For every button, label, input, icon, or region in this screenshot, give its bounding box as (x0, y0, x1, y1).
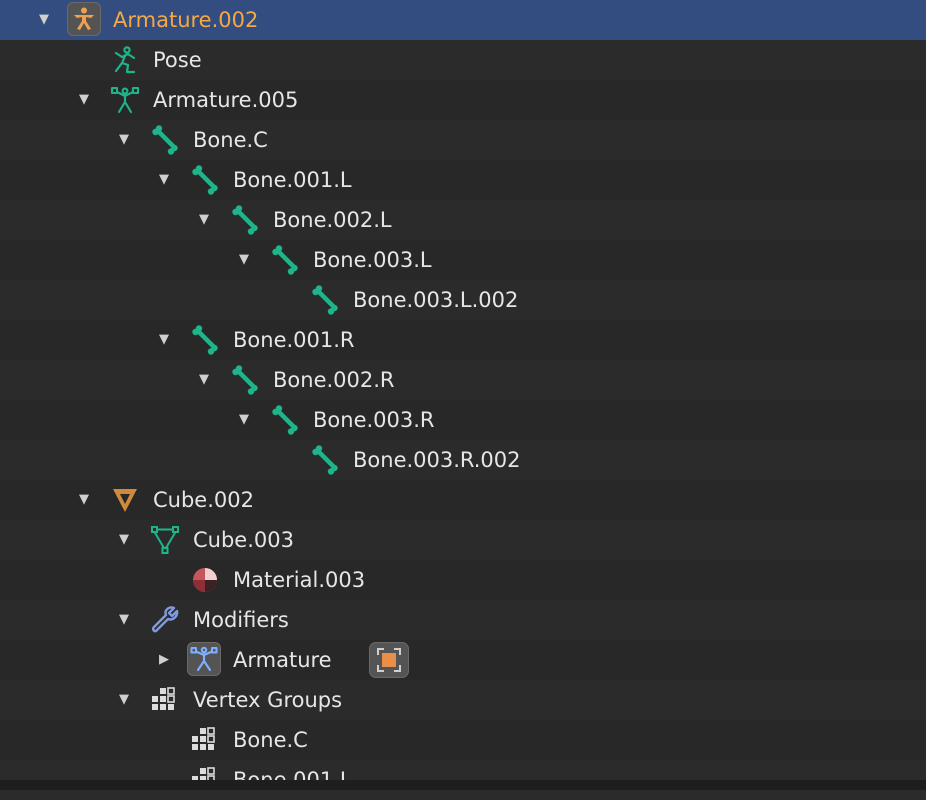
outliner-row[interactable]: Material.003 (0, 560, 926, 600)
outliner-row[interactable]: ▼ Armature.005 (0, 80, 926, 120)
collapse-triangle-icon[interactable]: ▼ (113, 689, 135, 711)
armature-object-icon[interactable] (67, 2, 101, 36)
bone-icon[interactable] (269, 244, 301, 276)
outliner-row[interactable]: ▼ Bone.001.R (0, 320, 926, 360)
outliner-item-label[interactable]: Bone.003.L.002 (353, 280, 518, 320)
bone-icon[interactable] (269, 404, 301, 436)
outliner-row[interactable]: ▼ Bone.003.L (0, 240, 926, 280)
bone-icon[interactable] (189, 324, 221, 356)
wrench-icon[interactable] (149, 604, 181, 636)
outliner-item-label[interactable]: Bone.001.R (233, 320, 355, 360)
mesh-object-icon[interactable] (109, 484, 141, 516)
collapse-triangle-icon[interactable]: ▼ (193, 209, 215, 231)
outliner-item-label[interactable]: Armature (233, 640, 332, 680)
outliner-item-label[interactable]: Modifiers (193, 600, 289, 640)
collapse-triangle-icon[interactable]: ▼ (233, 409, 255, 431)
vertex-groups-icon[interactable] (149, 684, 181, 716)
outliner-item-label[interactable]: Material.003 (233, 560, 365, 600)
collapse-triangle-icon[interactable]: ▼ (73, 489, 95, 511)
outliner-item-label[interactable]: Bone.002.L (273, 200, 392, 240)
outliner-row[interactable]: ▼ Bone.001.L (0, 160, 926, 200)
bone-icon[interactable] (309, 444, 341, 476)
pose-icon[interactable] (109, 44, 141, 76)
mesh-data-icon[interactable] (149, 524, 181, 556)
bone-icon[interactable] (309, 284, 341, 316)
outliner-row[interactable]: ▼ Bone.002.R (0, 360, 926, 400)
outliner-item-label[interactable]: Bone.C (233, 720, 308, 760)
outliner: { "outliner": { "rows": [ {"label":"Arma… (0, 0, 926, 800)
collapse-triangle-icon[interactable]: ▼ (113, 529, 135, 551)
outliner-row[interactable]: ▼ Bone.002.L (0, 200, 926, 240)
outliner-row[interactable]: ▼ Vertex Groups (0, 680, 926, 720)
collapse-triangle-icon[interactable]: ▼ (153, 169, 175, 191)
outliner-item-label[interactable]: Pose (153, 40, 202, 80)
expand-triangle-icon[interactable]: ▶ (153, 649, 175, 671)
outliner-item-label[interactable]: Armature.002 (113, 0, 258, 40)
outliner-row[interactable]: ▼ Armature.002 (0, 0, 926, 40)
outliner-row[interactable]: ▼ Bone.C (0, 120, 926, 160)
outliner-item-label[interactable]: Bone.001.L (233, 160, 352, 200)
outliner-row[interactable]: ▼ Cube.002 (0, 480, 926, 520)
collapse-triangle-icon[interactable]: ▼ (113, 129, 135, 151)
bottom-border (0, 780, 926, 790)
vertex-group-icon[interactable] (189, 724, 221, 756)
outliner-row[interactable]: ▼ Cube.003 (0, 520, 926, 560)
armature-modifier-icon[interactable] (187, 642, 221, 676)
collapse-triangle-icon[interactable]: ▼ (153, 329, 175, 351)
outliner-item-label[interactable]: Cube.003 (193, 520, 294, 560)
outliner-item-label[interactable]: Bone.002.R (273, 360, 395, 400)
outliner-row[interactable]: Bone.003.R.002 (0, 440, 926, 480)
outliner-item-label[interactable]: Armature.005 (153, 80, 298, 120)
bone-icon[interactable] (149, 124, 181, 156)
outliner-item-label[interactable]: Bone.C (193, 120, 268, 160)
collapse-triangle-icon[interactable]: ▼ (233, 249, 255, 271)
outliner-row[interactable]: ▼ Modifiers (0, 600, 926, 640)
collapse-triangle-icon[interactable]: ▼ (33, 9, 55, 31)
outliner-item-label[interactable]: Bone.003.L (313, 240, 432, 280)
bone-icon[interactable] (229, 364, 261, 396)
armature-data-icon[interactable] (109, 84, 141, 116)
outliner-row[interactable]: Pose (0, 40, 926, 80)
collapse-triangle-icon[interactable]: ▼ (193, 369, 215, 391)
outliner-row[interactable]: ▼ Bone.003.R (0, 400, 926, 440)
collapse-triangle-icon[interactable]: ▼ (73, 89, 95, 111)
outliner-item-label[interactable]: Cube.002 (153, 480, 254, 520)
material-icon[interactable] (189, 564, 221, 596)
outliner-row[interactable]: ▶ Armature (0, 640, 926, 680)
collapse-triangle-icon[interactable]: ▼ (113, 609, 135, 631)
outliner-row[interactable]: Bone.003.L.002 (0, 280, 926, 320)
outliner-item-label[interactable]: Bone.003.R.002 (353, 440, 521, 480)
outliner-item-label[interactable]: Bone.003.R (313, 400, 435, 440)
outliner-row[interactable]: Bone.C (0, 720, 926, 760)
bone-icon[interactable] (229, 204, 261, 236)
object-data-icon[interactable] (369, 642, 409, 678)
bone-icon[interactable] (189, 164, 221, 196)
outliner-item-label[interactable]: Vertex Groups (193, 680, 342, 720)
